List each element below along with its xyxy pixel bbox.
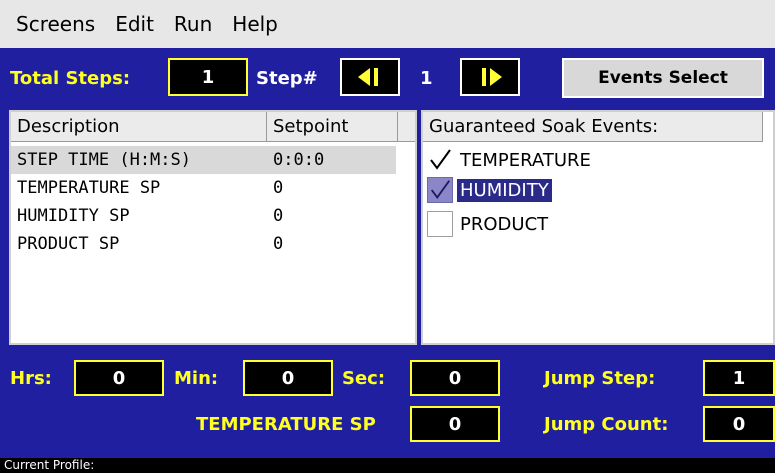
soak-event-label: HUMIDITY — [457, 178, 552, 202]
menu-run[interactable]: Run — [174, 12, 212, 36]
row-setpoint: 0 — [273, 178, 284, 198]
menu-bar: Screens Edit Run Help — [0, 0, 775, 48]
sec-label: Sec: — [342, 368, 386, 389]
row-setpoint: 0:0:0 — [273, 150, 325, 170]
checkbox-product[interactable] — [427, 211, 453, 237]
checkmark-icon — [430, 149, 451, 170]
table-row[interactable]: STEP TIME (H:M:S) 0:0:0 — [11, 146, 396, 174]
menu-edit[interactable]: Edit — [115, 12, 154, 36]
current-sp-label: TEMPERATURE SP — [196, 414, 376, 435]
menu-help[interactable]: Help — [232, 12, 278, 36]
next-step-button[interactable] — [460, 58, 520, 96]
soak-events-header[interactable]: Guaranteed Soak Events: — [423, 112, 763, 142]
soak-event-humidity[interactable]: HUMIDITY — [427, 176, 552, 204]
soak-event-temperature[interactable]: TEMPERATURE — [427, 146, 594, 174]
soak-event-label: PRODUCT — [460, 213, 549, 235]
row-description: HUMIDITY SP — [17, 206, 130, 226]
table-row[interactable]: PRODUCT SP 0 — [11, 230, 415, 258]
min-label: Min: — [174, 368, 219, 389]
checkbox-temperature[interactable] — [427, 147, 453, 173]
row-description: TEMPERATURE SP — [17, 178, 161, 198]
row-description: PRODUCT SP — [17, 234, 120, 254]
table-row[interactable]: TEMPERATURE SP 0 — [11, 174, 415, 202]
jump-count-label: Jump Count: — [544, 414, 669, 435]
jump-step-field[interactable]: 1 — [703, 360, 775, 396]
jump-count-field[interactable]: 0 — [703, 406, 775, 442]
table-row[interactable]: HUMIDITY SP 0 — [11, 202, 415, 230]
row-setpoint: 0 — [273, 206, 284, 226]
status-bar: Current Profile: — [0, 458, 775, 473]
col-filler — [398, 112, 415, 142]
events-select-button[interactable]: Events Select — [562, 58, 764, 98]
soak-events-list: Guaranteed Soak Events: TEMPERATURE HUMI… — [421, 110, 775, 345]
step-number-value: 1 — [420, 68, 433, 89]
arrow-right-icon — [482, 68, 502, 86]
col-setpoint[interactable]: Setpoint — [267, 112, 398, 142]
checkmark-icon — [430, 180, 450, 199]
arrow-left-icon — [358, 68, 378, 86]
menu-screens[interactable]: Screens — [16, 12, 95, 36]
row-description: STEP TIME (H:M:S) — [17, 150, 191, 170]
hrs-label: Hrs: — [10, 368, 52, 389]
hrs-field[interactable]: 0 — [74, 360, 164, 396]
sec-field[interactable]: 0 — [410, 360, 500, 396]
prev-step-button[interactable] — [340, 58, 400, 96]
step-number-label: Step# — [256, 68, 318, 89]
jump-step-label: Jump Step: — [544, 368, 656, 389]
total-steps-field[interactable]: 1 — [168, 58, 248, 96]
soak-event-product[interactable]: PRODUCT — [427, 210, 551, 238]
soak-event-label: TEMPERATURE — [460, 149, 591, 171]
min-field[interactable]: 0 — [243, 360, 333, 396]
total-steps-label: Total Steps: — [10, 68, 131, 89]
checkbox-humidity[interactable] — [427, 177, 453, 203]
steps-table: Description Setpoint STEP TIME (H:M:S) 0… — [9, 110, 417, 345]
current-profile-label: Current Profile: — [4, 458, 95, 472]
col-description[interactable]: Description — [11, 112, 267, 142]
current-sp-field[interactable]: 0 — [410, 406, 500, 442]
row-setpoint: 0 — [273, 234, 284, 254]
